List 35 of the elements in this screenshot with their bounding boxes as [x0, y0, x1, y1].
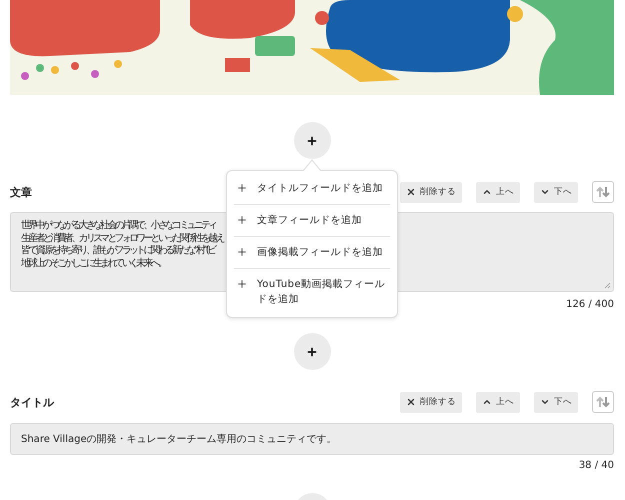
plus-icon	[236, 214, 248, 226]
move-up-button[interactable]: 上へ	[476, 392, 520, 412]
text-line: 世界中がつながる大きな社会の片隅で、小さなコミュニティ	[21, 220, 216, 232]
field-label: タイトル	[10, 394, 54, 410]
plus-icon	[306, 134, 318, 146]
menu-item[interactable]: 画像掲載フィールドを追加	[234, 237, 390, 269]
sort-icon[interactable]	[592, 391, 614, 413]
delete-button[interactable]: 削除する	[400, 392, 462, 412]
add-field-button[interactable]	[294, 333, 330, 370]
plus-icon	[236, 182, 248, 194]
text-line: 生産者と消費者、カリスマとフォロワーといった関係性を越え	[21, 232, 223, 244]
char-counter: 126 / 400	[566, 299, 614, 310]
chevron-up-icon	[482, 187, 492, 197]
field-label: 文章	[10, 184, 32, 200]
close-icon	[406, 397, 416, 407]
close-icon	[406, 187, 416, 197]
menu-item[interactable]: タイトルフィールドを追加	[234, 173, 390, 205]
sort-icon[interactable]	[592, 181, 614, 203]
plus-icon	[306, 346, 318, 358]
move-down-button[interactable]: 下へ	[534, 392, 578, 412]
move-up-button[interactable]: 上へ	[476, 182, 520, 202]
chevron-up-icon	[482, 397, 492, 407]
add-field-button[interactable]	[294, 122, 330, 159]
text-line: 地球上のそこかしこに生まれていく未来へ。	[21, 258, 166, 270]
move-down-button[interactable]: 下へ	[534, 182, 578, 202]
char-counter: 38 / 40	[578, 460, 614, 471]
plus-icon	[236, 278, 248, 290]
menu-item[interactable]: 文章フィールドを追加	[234, 205, 390, 237]
title-input-field[interactable]: Share Villageの開発・キュレーターチーム専用のコミュニティです。	[10, 423, 614, 455]
chevron-down-icon	[540, 397, 550, 407]
plus-icon	[236, 246, 248, 258]
resize-grip-icon[interactable]	[604, 282, 611, 289]
text-line: 皆で資源を持ち寄り、誰もがフラットに関わる新たな“村”(ビ	[21, 245, 214, 258]
chevron-down-icon	[540, 187, 550, 197]
delete-button[interactable]: 削除する	[400, 182, 462, 202]
